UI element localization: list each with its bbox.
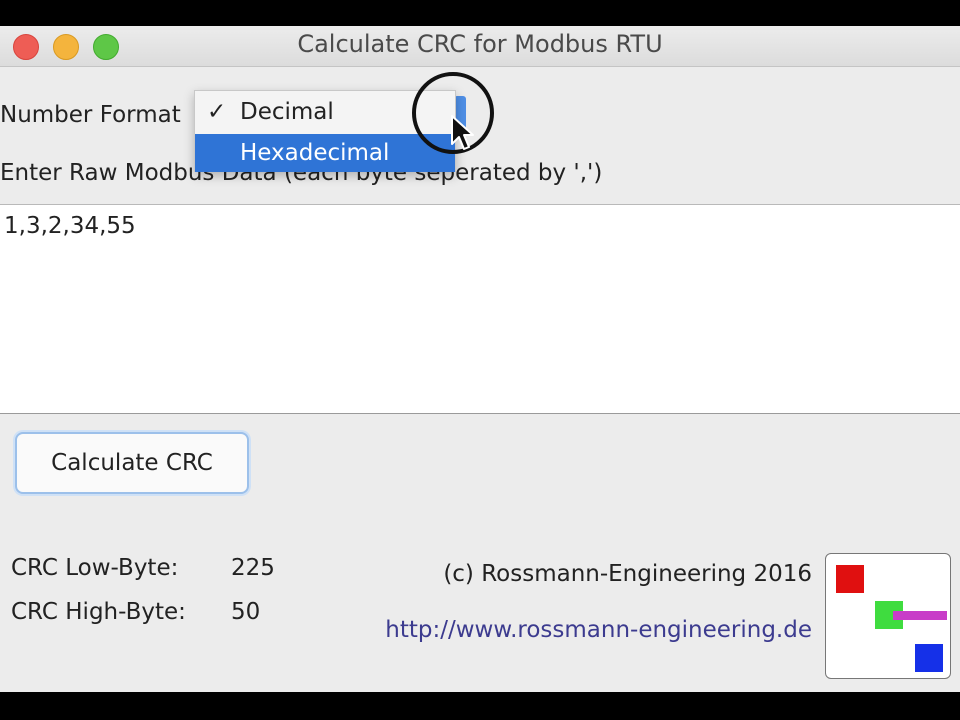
title-bar: Calculate CRC for Modbus RTU [0, 26, 960, 67]
website-link[interactable]: http://www.rossmann-engineering.de [385, 617, 812, 643]
company-logo [825, 553, 951, 679]
copyright-text: (c) Rossmann-Engineering 2016 [443, 561, 812, 587]
raw-data-value: 1,3,2,34,55 [4, 213, 136, 239]
crc-high-byte-label: CRC High-Byte: [11, 599, 186, 625]
dropdown-option-hexadecimal[interactable]: Hexadecimal [195, 134, 455, 172]
calculate-crc-button[interactable]: Calculate CRC [15, 432, 249, 494]
number-format-label: Number Format [0, 102, 181, 128]
mouse-cursor-icon [451, 115, 474, 150]
app-window: Calculate CRC for Modbus RTU Number Form… [0, 26, 960, 692]
crc-high-byte-value: 50 [231, 599, 261, 625]
logo-graphic [836, 565, 947, 672]
crc-low-byte-label: CRC Low-Byte: [11, 555, 179, 581]
dropdown-option-label: Hexadecimal [240, 140, 390, 166]
window-title: Calculate CRC for Modbus RTU [297, 30, 663, 58]
raw-data-textarea[interactable]: 1,3,2,34,55 [0, 204, 960, 414]
crc-low-byte-value: 225 [231, 555, 275, 581]
checkmark-icon: ✓ [207, 99, 227, 125]
dropdown-option-label: Decimal [240, 99, 334, 125]
